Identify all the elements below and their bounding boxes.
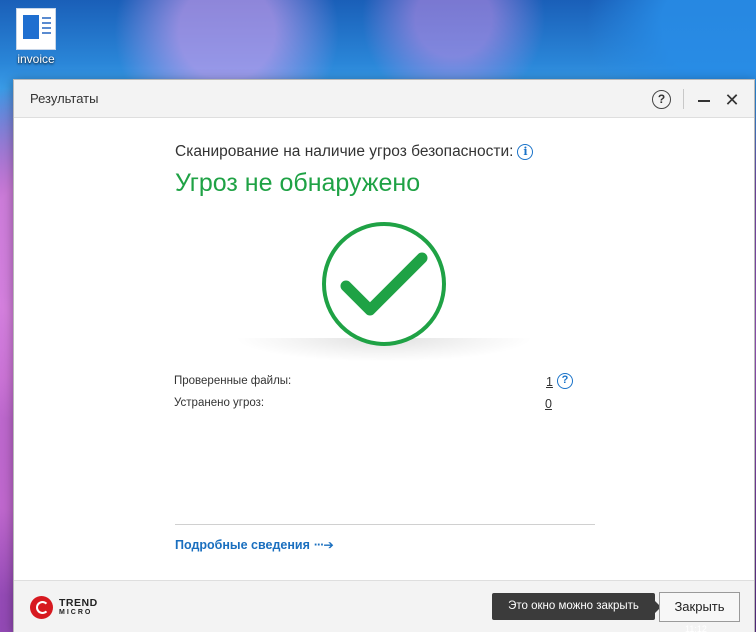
close-window-button[interactable]: ✕ bbox=[721, 89, 743, 111]
trend-micro-logo: TREND MICRO bbox=[30, 594, 110, 622]
scan-label: Сканирование на наличие угроз безопаснос… bbox=[175, 143, 534, 161]
document-icon bbox=[16, 8, 56, 50]
info-icon[interactable]: i bbox=[517, 144, 534, 160]
desktop-icon-label: invoice bbox=[17, 52, 55, 66]
stat-value-threats-fixed[interactable]: 0 bbox=[545, 397, 552, 411]
checkmark-icon bbox=[322, 222, 446, 346]
details-link[interactable]: Подробные сведения ···➔ bbox=[175, 537, 334, 552]
titlebar-divider bbox=[683, 89, 684, 109]
stat-label: Устранено угроз: bbox=[174, 397, 265, 409]
desktop-icon-invoice[interactable]: invoice bbox=[10, 8, 62, 66]
footer-bar: TREND MICRO Это окно можно закрыть Закры… bbox=[14, 580, 754, 632]
arrow-right-icon: ···➔ bbox=[313, 538, 334, 552]
scan-label-text: Сканирование на наличие угроз безопаснос… bbox=[175, 143, 514, 160]
scan-result-title: Угроз не обнаружено bbox=[175, 169, 421, 197]
question-icon[interactable]: ? bbox=[557, 373, 573, 389]
success-graphic bbox=[234, 220, 534, 370]
window-title: Результаты bbox=[30, 91, 99, 106]
results-window: Результаты ? ✕ Сканирование на наличие у… bbox=[13, 79, 755, 632]
logo-text-trend: TREND bbox=[59, 597, 98, 609]
title-bar[interactable]: Результаты ? ✕ bbox=[14, 80, 754, 118]
minimize-button[interactable] bbox=[693, 89, 715, 111]
stat-row-threats-fixed: Устранено угроз: 0 bbox=[174, 397, 574, 419]
help-button[interactable]: ? bbox=[652, 90, 671, 109]
stat-row-checked-files: Проверенные файлы: 1 ? bbox=[174, 373, 574, 397]
close-button[interactable]: Закрыть bbox=[659, 592, 740, 622]
stat-label: Проверенные файлы: bbox=[174, 375, 292, 387]
close-hint-tooltip: Это окно можно закрыть bbox=[492, 593, 661, 620]
divider bbox=[175, 524, 595, 525]
logo-text-micro: MICRO bbox=[59, 609, 93, 616]
stat-value-checked-files[interactable]: 1 bbox=[546, 375, 553, 389]
scan-stats: Проверенные файлы: 1 ? Устранено угроз: … bbox=[174, 373, 574, 419]
trend-micro-ball-icon bbox=[30, 596, 53, 619]
details-link-text: Подробные сведения bbox=[175, 538, 310, 552]
taskbar-clock: 11:12 bbox=[685, 624, 707, 632]
